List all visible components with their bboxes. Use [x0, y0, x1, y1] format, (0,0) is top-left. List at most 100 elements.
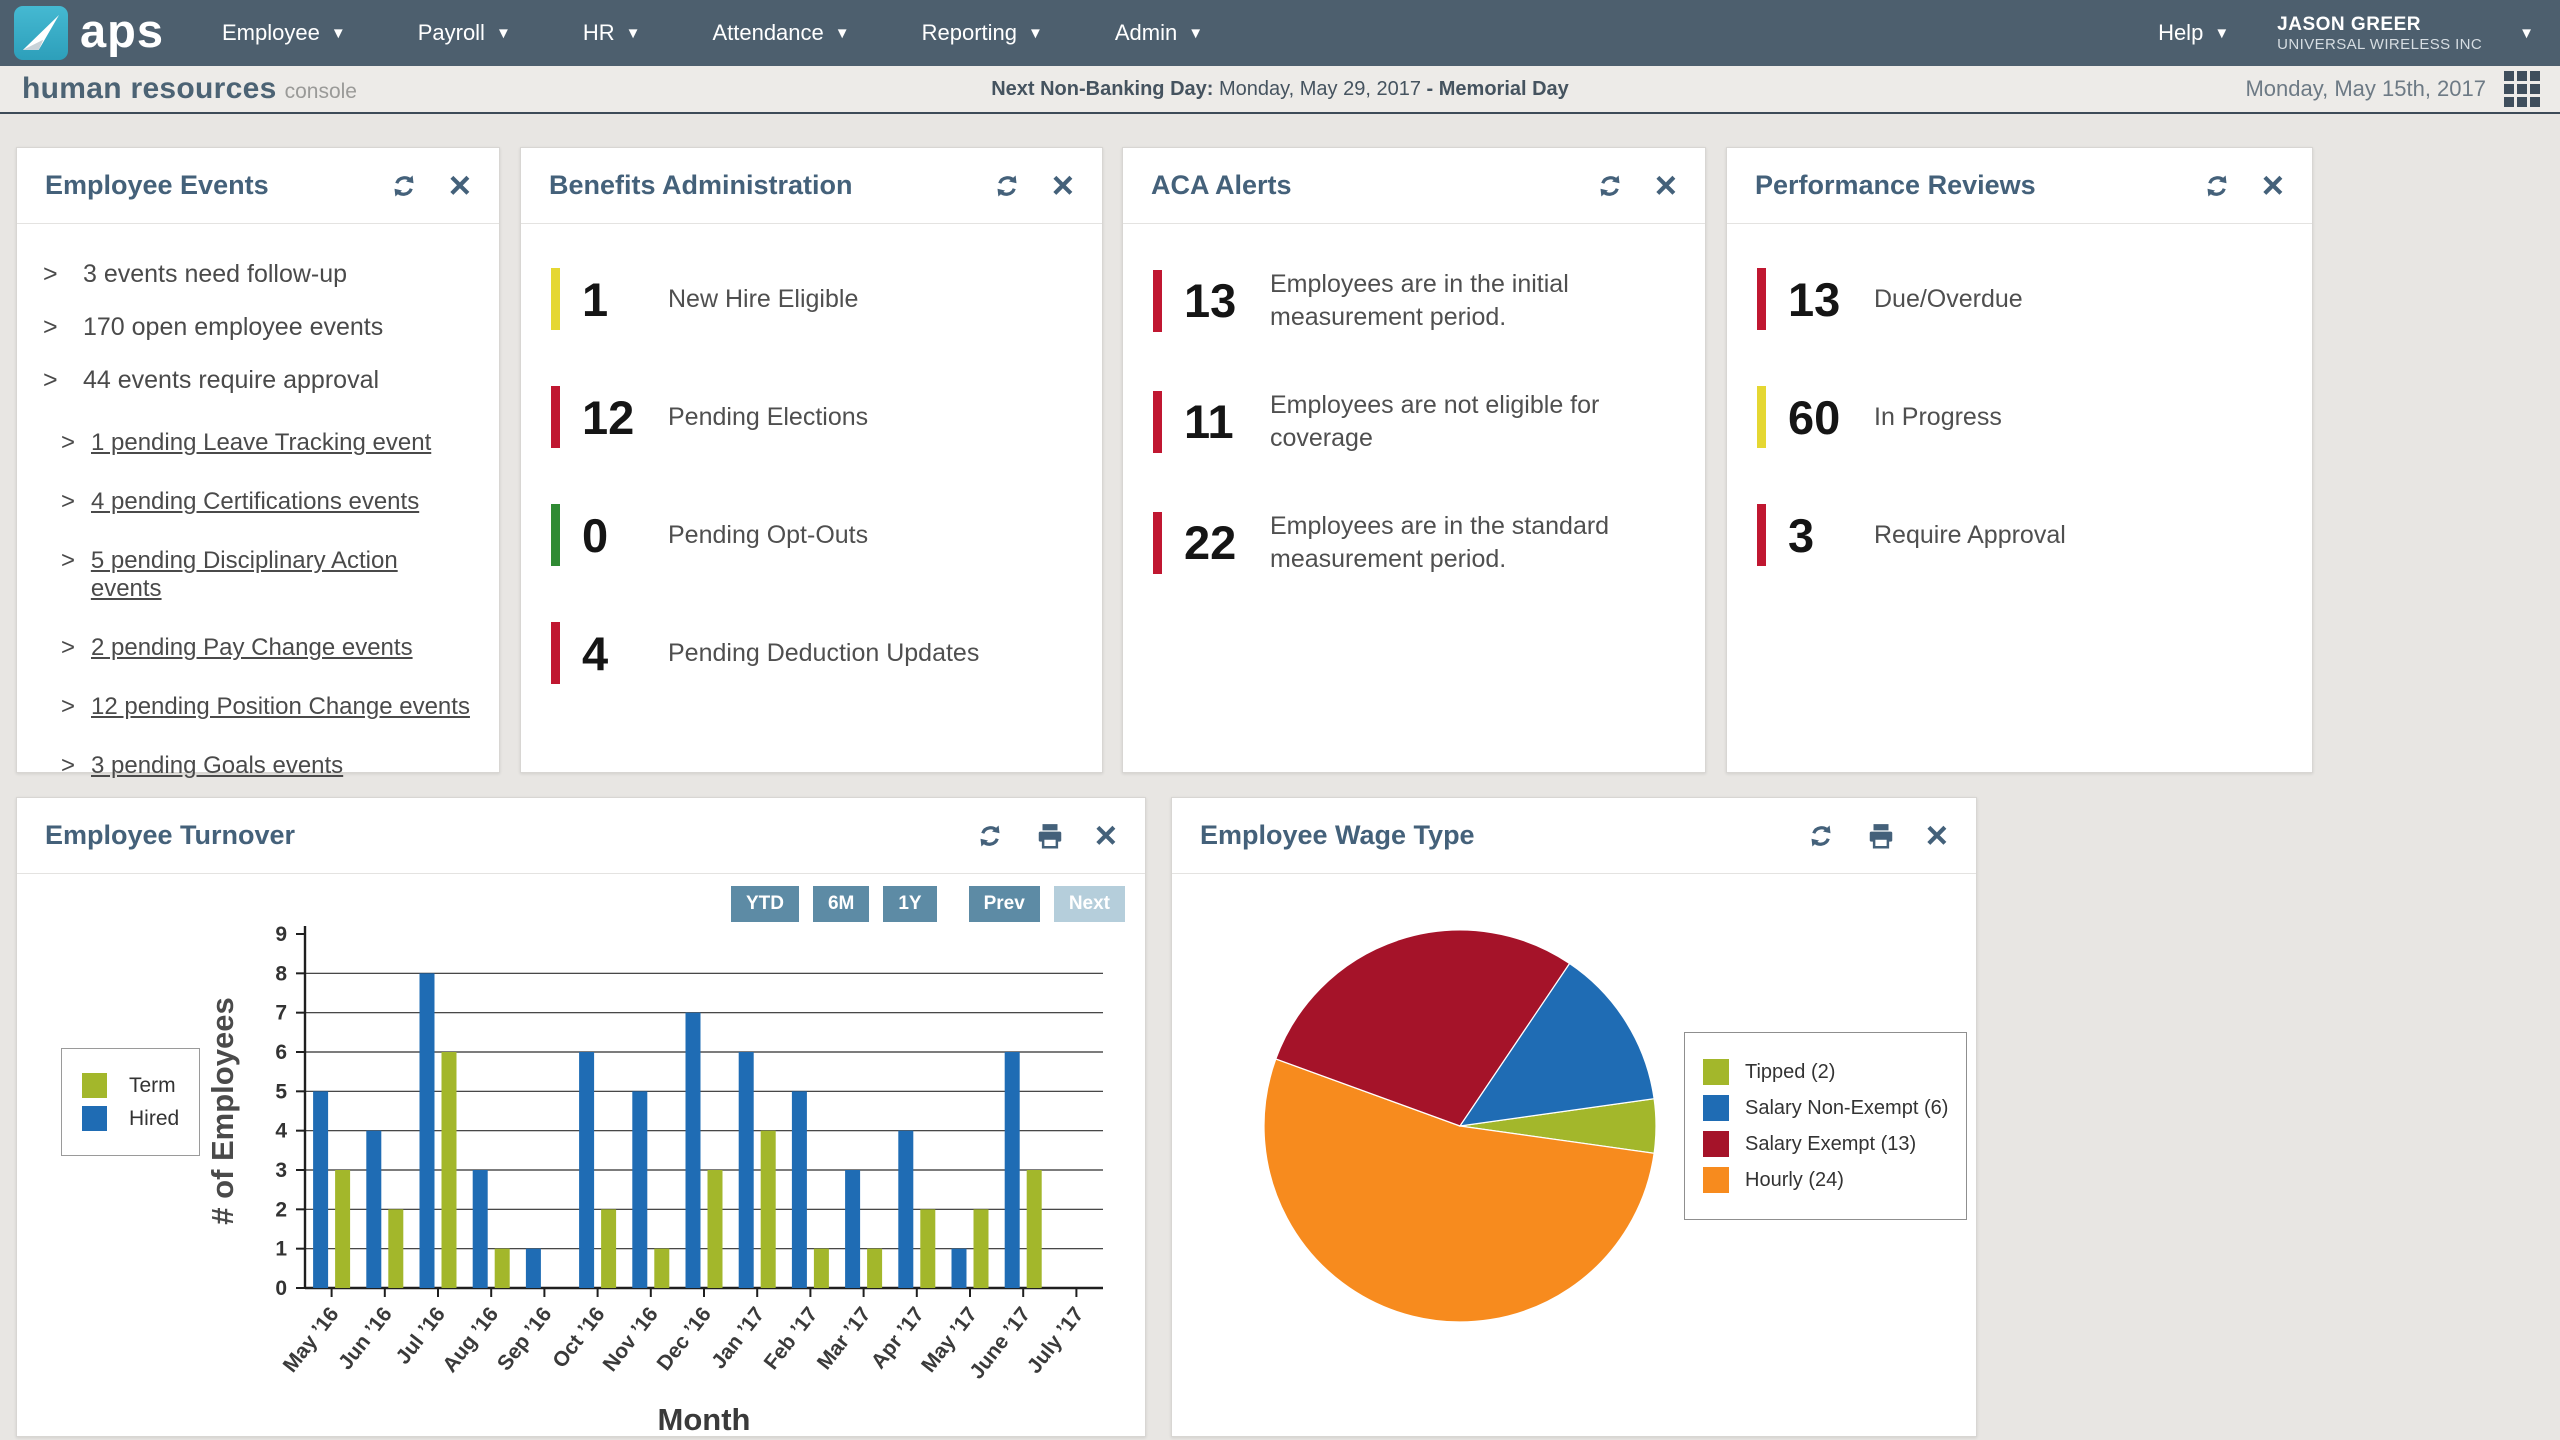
menu-reporting[interactable]: Reporting▼ — [922, 20, 1043, 46]
refresh-icon[interactable] — [1595, 171, 1625, 201]
event-link-item: >2 pending Pay Change events — [61, 634, 473, 662]
x-tick-label: Jan ’17 — [707, 1303, 769, 1373]
close-icon[interactable]: × — [1655, 171, 1677, 201]
chevron-right-icon: > — [61, 488, 91, 516]
event-link-item: >4 pending Certifications events — [61, 488, 473, 516]
bar-hired — [579, 1052, 594, 1288]
stat-label: Pending Elections — [668, 401, 868, 434]
x-tick-label: Aug ’16 — [438, 1303, 503, 1377]
legend-item: Salary Non-Exempt (6) — [1703, 1095, 1948, 1121]
stat-label: Due/Overdue — [1874, 283, 2023, 316]
bar-hired — [1005, 1052, 1020, 1288]
bar-hired — [420, 973, 435, 1288]
y-tick-label: 9 — [275, 923, 287, 946]
event-link-item: >12 pending Position Change events — [61, 693, 473, 721]
event-link-item: >5 pending Disciplinary Action events — [61, 547, 473, 603]
print-icon[interactable] — [1866, 821, 1896, 851]
employee-wage-type-panel: Employee Wage Type × Tipped (2)Salary No… — [1171, 797, 1977, 1437]
bar-term — [708, 1170, 723, 1288]
menu-label: HR — [583, 20, 615, 46]
hr-dashboard: aps Employee▼Payroll▼HR▼Attendance▼Repor… — [0, 0, 2560, 1440]
paper-plane-icon — [14, 6, 68, 60]
menu-attendance[interactable]: Attendance▼ — [712, 20, 849, 46]
event-link-item: >3 pending Goals events — [61, 752, 473, 780]
event-link[interactable]: 5 pending Disciplinary Action events — [91, 547, 473, 603]
menu-employee[interactable]: Employee▼ — [222, 20, 346, 46]
bar-term — [761, 1131, 776, 1288]
event-summary-item[interactable]: >44 events require approval — [43, 366, 473, 395]
stat-label: Employees are in the standard measuremen… — [1270, 510, 1640, 575]
event-link[interactable]: 12 pending Position Change events — [91, 693, 470, 721]
employee-turnover-panel: Employee Turnover × YTD6M1YPrevNext 0123… — [16, 797, 1146, 1437]
user-menu[interactable]: JASON GREER UNIVERSAL WIRELESS INC ▼ — [2277, 14, 2534, 53]
bar-hired — [526, 1249, 541, 1288]
stat-label: Pending Deduction Updates — [668, 637, 979, 670]
event-link[interactable]: 4 pending Certifications events — [91, 488, 419, 516]
refresh-icon[interactable] — [992, 171, 1022, 201]
stat-value: 4 — [582, 626, 668, 681]
print-icon[interactable] — [1035, 821, 1065, 851]
prev-button[interactable]: Prev — [969, 886, 1040, 922]
navbar-right: Help ▼ JASON GREER UNIVERSAL WIRELESS IN… — [2158, 14, 2534, 53]
apps-grid-icon[interactable] — [2504, 71, 2540, 107]
stat-label: Employees are in the initial measurement… — [1270, 268, 1640, 333]
bar-hired — [952, 1249, 967, 1288]
close-icon[interactable]: × — [2262, 171, 2284, 201]
legend-label: Tipped (2) — [1745, 1061, 1835, 1084]
event-link[interactable]: 3 pending Goals events — [91, 752, 343, 780]
range-button-6m[interactable]: 6M — [813, 886, 869, 922]
close-icon[interactable]: × — [1926, 821, 1948, 851]
chevron-down-icon: ▼ — [2519, 25, 2534, 42]
help-menu[interactable]: Help ▼ — [2158, 20, 2229, 46]
event-link[interactable]: 2 pending Pay Change events — [91, 634, 413, 662]
close-icon[interactable]: × — [1052, 171, 1074, 201]
menu-label: Attendance — [712, 20, 823, 46]
menu-admin[interactable]: Admin▼ — [1115, 20, 1203, 46]
menu-label: Employee — [222, 20, 320, 46]
bar-term — [495, 1249, 510, 1288]
refresh-icon[interactable] — [1806, 821, 1836, 851]
range-button-ytd[interactable]: YTD — [731, 886, 799, 922]
bar-hired — [739, 1052, 754, 1288]
main-menu: Employee▼ Payroll▼ HR ▼ Attendance▼ Reporting… — [222, 20, 1275, 46]
close-icon[interactable]: × — [449, 171, 471, 201]
aca-alerts-panel: ACA Alerts × 13Employees are in the init… — [1122, 147, 1706, 773]
x-tick-label: May ’16 — [279, 1303, 344, 1377]
stat-label: Employees are not eligible for coverage — [1270, 389, 1640, 454]
menu-payroll[interactable]: Payroll▼ — [418, 20, 511, 46]
refresh-icon[interactable] — [2202, 171, 2232, 201]
chevron-right-icon: > — [61, 752, 91, 780]
legend-label: Hired — [129, 1107, 179, 1131]
event-summary-item[interactable]: >170 open employee events — [43, 313, 473, 342]
stat-row: 12Pending Elections — [551, 386, 1102, 448]
event-summary-text: 3 events need follow-up — [83, 260, 347, 289]
stat-label: New Hire Eligible — [668, 283, 858, 316]
event-summary-item[interactable]: >3 events need follow-up — [43, 260, 473, 289]
legend-item: Salary Exempt (13) — [1703, 1131, 1948, 1157]
x-tick-label: Dec ’16 — [653, 1303, 716, 1375]
aps-logo[interactable]: aps — [14, 6, 164, 60]
legend-item-hired: Hired — [82, 1106, 179, 1131]
range-button-1y[interactable]: 1Y — [883, 886, 936, 922]
brand-text: aps — [80, 3, 164, 58]
refresh-icon[interactable] — [975, 821, 1005, 851]
performance-reviews-panel: Performance Reviews × 13Due/Overdue60In … — [1726, 147, 2313, 773]
y-tick-label: 6 — [275, 1041, 287, 1064]
benefits-stats: 1New Hire Eligible 12Pending Elections 0Pe… — [521, 224, 1102, 684]
menu-label: Admin — [1115, 20, 1177, 46]
close-icon[interactable]: × — [1095, 821, 1117, 851]
event-link[interactable]: 1 pending Leave Tracking event — [91, 429, 431, 457]
stat-accent-bar — [1153, 270, 1162, 332]
refresh-icon[interactable] — [389, 171, 419, 201]
bar-term — [388, 1209, 403, 1288]
legend-label: Term — [129, 1074, 176, 1098]
stat-row: 4Pending Deduction Updates — [551, 622, 1102, 684]
stat-row: 0Pending Opt-Outs — [551, 504, 1102, 566]
stat-value: 1 — [582, 272, 668, 327]
banking-day-label: Next Non-Banking Day: — [991, 78, 1213, 100]
chevron-down-icon: ▼ — [626, 25, 641, 42]
menu-label: Reporting — [922, 20, 1017, 46]
stat-label: Require Approval — [1874, 519, 2066, 552]
chevron-right-icon: > — [61, 429, 91, 457]
menu-hr[interactable]: HR ▼ — [583, 20, 641, 46]
